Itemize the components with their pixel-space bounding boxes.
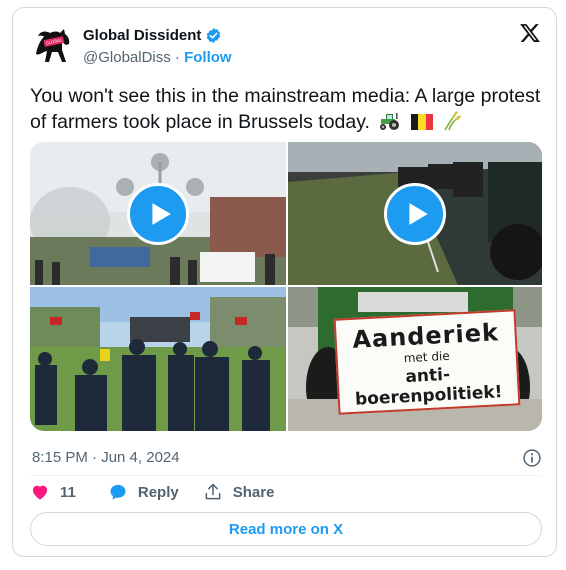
media-photo-2[interactable]: Aanderiek met die anti-boerenpolitiek! xyxy=(288,287,542,431)
play-icon xyxy=(152,202,171,225)
x-logo-icon[interactable] xyxy=(519,22,541,44)
reply-button[interactable]: Reply xyxy=(108,482,179,502)
verified-badge-icon xyxy=(207,28,221,43)
media-video-2[interactable] xyxy=(288,142,542,285)
follow-button[interactable]: Follow xyxy=(184,49,232,66)
author-avatar[interactable]: GLOBAL xyxy=(32,24,76,68)
like-button[interactable]: 11 xyxy=(30,482,76,502)
share-icon xyxy=(205,483,221,500)
media-photo-1[interactable] xyxy=(30,287,286,431)
sheaf-of-rice-icon xyxy=(441,109,463,138)
handle-separator: · xyxy=(170,49,185,66)
author-handle[interactable]: @GlobalDiss xyxy=(83,49,171,66)
divider xyxy=(30,475,542,476)
author-display-name[interactable]: Global Dissident xyxy=(83,27,201,44)
tweet-text: You won't see this in the mainstream med… xyxy=(30,84,545,138)
info-icon[interactable] xyxy=(522,448,542,468)
read-more-button[interactable]: Read more on X xyxy=(30,512,542,546)
heart-icon xyxy=(32,485,48,500)
tweet-body: You won't see this in the mainstream med… xyxy=(30,85,541,133)
play-button[interactable] xyxy=(384,182,446,245)
like-count: 11 xyxy=(60,483,76,501)
action-bar: 11 Reply Share xyxy=(30,482,274,502)
tractor-icon xyxy=(378,111,402,138)
reply-label: Reply xyxy=(137,483,179,501)
reply-bubble-icon xyxy=(110,484,126,500)
play-icon xyxy=(409,202,428,225)
play-button[interactable] xyxy=(127,182,189,245)
tweet-card: GLOBAL Global Dissident @GlobalDiss · Fo… xyxy=(12,7,557,557)
share-button[interactable]: Share xyxy=(203,482,275,502)
share-label: Share xyxy=(232,483,275,501)
media-video-1[interactable] xyxy=(30,142,286,285)
sign-line-3: anti-boerenpolitiek! xyxy=(354,364,503,410)
media-grid: Aanderiek met die anti-boerenpolitiek! xyxy=(30,142,542,431)
tweet-timestamp[interactable]: 8:15 PM · Jun 4, 2024 xyxy=(32,449,180,466)
belgium-flag-icon xyxy=(410,113,433,138)
protest-sign: Aanderiek met die anti-boerenpolitiek! xyxy=(333,309,521,415)
